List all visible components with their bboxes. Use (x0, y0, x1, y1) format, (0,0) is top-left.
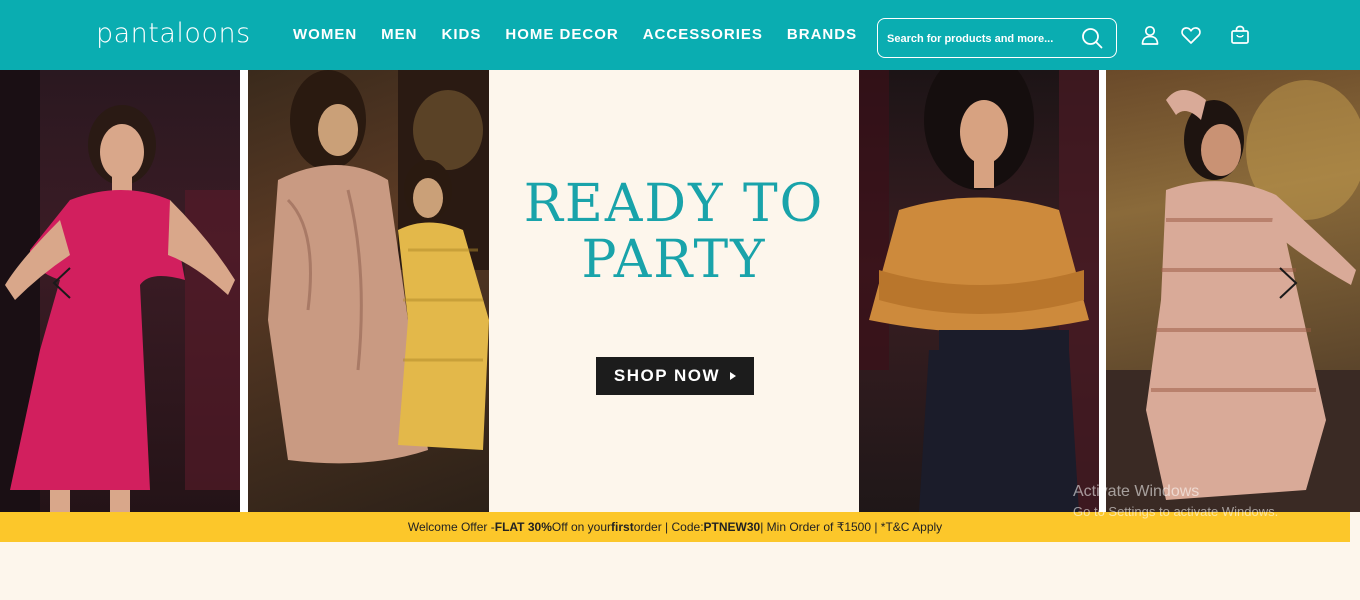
search-input[interactable] (887, 28, 1073, 50)
nav-item-women[interactable]: WOMEN (293, 24, 357, 46)
carousel-next-icon[interactable] (1276, 266, 1300, 300)
hero-image-paisley-dress (1106, 70, 1360, 512)
pantaloons-logo[interactable]: pantaloons (96, 18, 251, 50)
hero-image-two-models (248, 70, 489, 512)
hero-image-mustard-top (859, 70, 1099, 512)
carousel-prev-icon[interactable] (50, 266, 74, 300)
site-header: pantaloons WOMEN MEN KIDS HOME DECOR ACC… (0, 0, 1360, 70)
nav-item-brands[interactable]: BRANDS (787, 24, 857, 46)
shop-now-button[interactable]: SHOP NOW (596, 357, 754, 395)
nav-item-home-decor[interactable]: HOME DECOR (505, 24, 618, 46)
nav-item-men[interactable]: MEN (381, 24, 417, 46)
search-box (877, 18, 1117, 58)
nav-item-accessories[interactable]: ACCESSORIES (643, 24, 763, 46)
search-icon[interactable] (1081, 27, 1103, 49)
hero-image-pink-dress (0, 70, 240, 512)
hero-title: READY TO PARTY (523, 174, 825, 290)
hero-banner[interactable]: READY TO PARTY SHOP NOW (0, 70, 1360, 512)
bag-icon[interactable] (1229, 24, 1251, 46)
main-nav: WOMEN MEN KIDS HOME DECOR ACCESSORIES BR… (293, 24, 857, 46)
heart-icon[interactable] (1180, 24, 1202, 46)
windows-activation-watermark: Activate Windows Go to Settings to activ… (1073, 483, 1279, 519)
hero-text-panel: READY TO PARTY SHOP NOW (489, 70, 859, 512)
nav-item-kids[interactable]: KIDS (442, 24, 482, 46)
play-arrow-icon (730, 372, 737, 380)
user-icon[interactable] (1139, 24, 1161, 46)
